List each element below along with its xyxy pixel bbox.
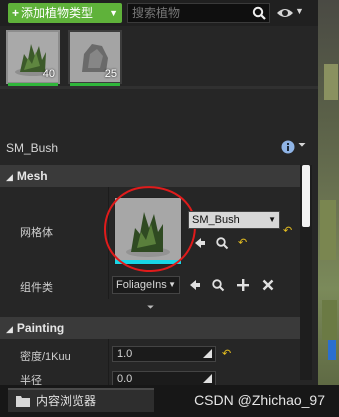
clear-icon[interactable] xyxy=(261,278,275,292)
bottom-tab-bar: 内容浏览器 CSDN @Zhichao_97 xyxy=(0,385,339,417)
viewport-marker xyxy=(328,340,336,360)
add-foliage-type-button[interactable]: + 添加植物类型 ▼ xyxy=(8,3,122,23)
chevron-down-icon: ▼ xyxy=(268,215,276,224)
foliage-item-bush[interactable]: 40 xyxy=(6,30,60,86)
chevron-down-icon: ▼ xyxy=(168,280,176,289)
expand-triangle-icon: ◢ xyxy=(6,324,13,334)
radius-value: 0.0 xyxy=(117,373,133,385)
column-divider xyxy=(108,339,109,385)
foliage-toolbar: + 添加植物类型 ▼ 搜索植物 ▼ xyxy=(0,0,318,26)
mesh-section-title: Mesh xyxy=(16,169,48,183)
search-icon[interactable] xyxy=(252,6,266,20)
add-foliage-type-label: 添加植物类型 xyxy=(21,6,94,20)
reset-to-default-icon[interactable]: ↶ xyxy=(238,236,247,249)
density-value: 1.0 xyxy=(117,348,133,360)
component-class-label: 组件类 xyxy=(20,282,53,294)
mesh-asset-combo[interactable]: SM_Bush ▼ xyxy=(188,211,280,229)
instance-count: 40 xyxy=(42,68,55,80)
details-name-row: SM_Bush ⏷ xyxy=(0,137,318,157)
reset-to-default-icon[interactable]: ↶ xyxy=(283,224,292,237)
instance-count: 25 xyxy=(104,68,117,80)
tab-content-browser-label: 内容浏览器 xyxy=(36,394,97,408)
use-selected-arrow-icon[interactable] xyxy=(188,278,202,292)
chevron-down-icon: ▼ xyxy=(109,8,118,18)
folder-icon xyxy=(16,396,30,407)
plus-icon: + xyxy=(12,6,20,20)
foliage-panel: + 添加植物类型 ▼ 搜索植物 ▼ 40 25 SM_Bush ⏷ ◢ Mesh… xyxy=(0,0,318,385)
tab-content-browser[interactable]: 内容浏览器 xyxy=(8,388,154,412)
reset-to-default-icon[interactable]: ↶ xyxy=(222,347,231,360)
use-selected-arrow-icon[interactable] xyxy=(193,236,207,250)
details-scrollbar[interactable] xyxy=(300,165,312,380)
component-class-combo[interactable]: FoliageIns ▼ xyxy=(112,276,180,294)
info-icon[interactable] xyxy=(281,140,295,154)
painting-section-title: Painting xyxy=(16,321,65,335)
browse-search-icon[interactable] xyxy=(211,278,225,292)
mesh-asset-value: SM_Bush xyxy=(192,214,240,226)
foliage-item-rock[interactable]: 25 xyxy=(68,30,122,86)
watermark-text: CSDN @Zhichao_97 xyxy=(194,392,325,408)
search-placeholder: 搜索植物 xyxy=(132,6,181,20)
browse-search-icon[interactable] xyxy=(215,236,229,250)
drag-grip-icon xyxy=(203,349,212,358)
mesh-section-header[interactable]: ◢ Mesh xyxy=(0,165,300,187)
scrollbar-thumb[interactable] xyxy=(302,165,310,227)
mesh-label: 网格体 xyxy=(20,227,53,239)
radius-label: 半径 xyxy=(20,375,42,385)
component-class-value: FoliageIns xyxy=(116,279,167,291)
show-advanced-arrow-icon[interactable]: ⏷ xyxy=(147,302,154,313)
search-input[interactable]: 搜索植物 xyxy=(127,3,270,23)
viewport-terrain-patch xyxy=(324,64,338,100)
expand-triangle-icon: ◢ xyxy=(6,172,13,182)
density-label: 密度/1Kuu xyxy=(20,351,71,363)
view-options-chevron-icon[interactable]: ▼ xyxy=(295,6,304,16)
painting-section-header[interactable]: ◢ Painting xyxy=(0,317,300,339)
viewport-terrain-patch xyxy=(320,200,336,260)
drag-grip-icon xyxy=(203,374,212,383)
density-field[interactable]: 1.0 xyxy=(112,346,216,362)
add-icon[interactable] xyxy=(236,278,250,292)
viewport-terrain-patch xyxy=(322,300,337,340)
radius-field[interactable]: 0.0 xyxy=(112,371,216,385)
eye-icon[interactable] xyxy=(276,5,294,21)
level-viewport[interactable] xyxy=(318,0,339,385)
object-name: SM_Bush xyxy=(6,141,59,155)
panel-separator xyxy=(0,86,318,89)
collapse-all-icon[interactable]: ⏷ xyxy=(298,140,306,151)
